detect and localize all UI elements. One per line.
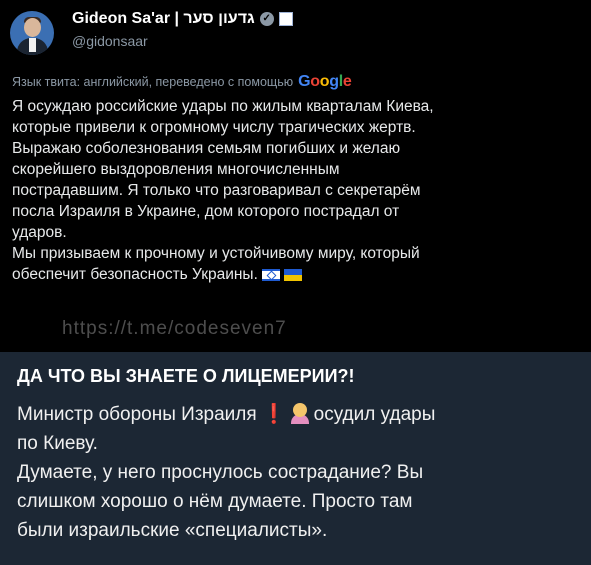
channel-message: ДА ЧТО ВЫ ЗНАЕТЕ О ЛИЦЕМЕРИИ?! Министр о…: [0, 352, 591, 565]
tweet-line: посла Израиля в Украине, дом которого по…: [12, 203, 400, 220]
tweet-line: обеспечит безопасность Украины.: [12, 266, 258, 283]
tweet-line: ударов.: [12, 224, 67, 241]
message-line: Министр обороны Израиля ❗ осудил удары: [17, 400, 583, 429]
message-text: осудил удары: [313, 404, 436, 425]
tweet-body: Я осуждаю российские удары по жилым квар…: [12, 96, 584, 285]
ukraine-flag-icon: [283, 268, 302, 281]
verified-badge-icon: ✓: [259, 12, 274, 26]
tweet-screenshot: Gideon Sa'ar | גדעון סער ✓ @gidonsaar Яз…: [0, 0, 591, 352]
watermark: https://t.me/codeseven7: [62, 318, 287, 339]
message-body: Министр обороны Израиля ❗ осудил удары по…: [17, 400, 583, 545]
author-handle[interactable]: @gidonsaar: [72, 33, 148, 49]
tweet-line-last: обеспечит безопасность Украины.: [12, 264, 584, 285]
message-line: были израильские «специалисты».: [17, 520, 328, 541]
avatar[interactable]: [10, 11, 54, 55]
government-flag-icon: [278, 12, 293, 26]
message-title: ДА ЧТО ВЫ ЗНАЕТЕ О ЛИЦЕМЕРИИ?!: [17, 366, 355, 386]
tweet-line: Я осуждаю российские удары по жилым квар…: [12, 98, 434, 115]
google-logo: Google: [298, 73, 352, 90]
author-name[interactable]: Gideon Sa'ar | גדעון סער: [72, 10, 255, 28]
translation-notice: Язык твита: английский, переведено с пом…: [12, 73, 352, 91]
tweet-line: скорейшего выздоровления многочисленным: [12, 161, 340, 178]
message-line: по Киеву.: [17, 433, 98, 454]
message-text: Министр обороны Израиля: [17, 404, 257, 425]
message-line: слишком хорошо о нём думаете. Просто там: [17, 491, 413, 512]
tweet-line: которые привели к огромному числу трагич…: [12, 119, 416, 136]
tweet-line: Мы призываем к прочному и устойчивому ми…: [12, 245, 420, 262]
message-line: Думаете, у него проснулось сострадание? …: [17, 462, 424, 483]
tweet-line: Выражаю соболезнования семьям погибших и…: [12, 140, 401, 157]
tweet-line: пострадавшим. Я только что разговаривал …: [12, 182, 421, 199]
author-row: Gideon Sa'ar | גדעון סער ✓: [72, 9, 293, 29]
israel-flag-icon: [261, 268, 280, 281]
translation-label: Язык твита: английский, переведено с пом…: [12, 75, 294, 89]
facepalm-woman-icon: [290, 402, 310, 424]
exclamation-icon: ❗: [261, 404, 286, 425]
